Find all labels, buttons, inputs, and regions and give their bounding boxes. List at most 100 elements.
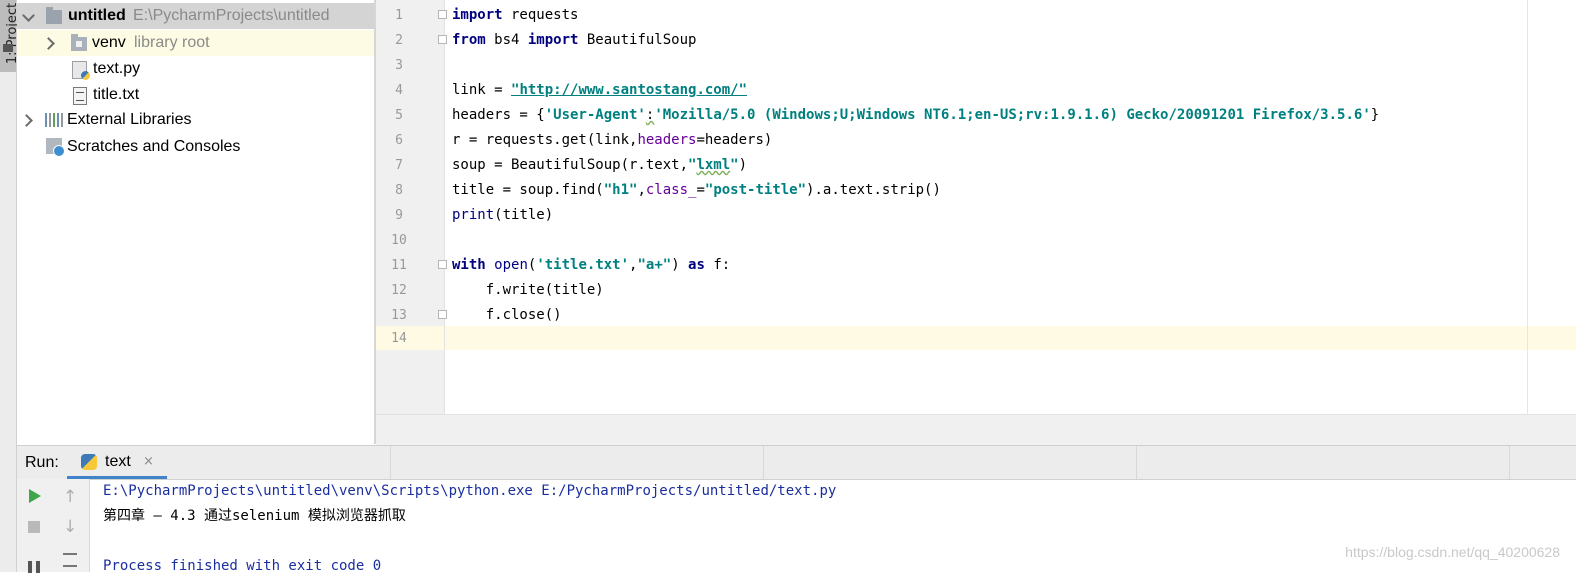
code-token: headers = { bbox=[452, 107, 545, 123]
tree-item-hint: library root bbox=[134, 34, 210, 51]
tree-item-scratches[interactable]: Scratches and Consoles bbox=[17, 134, 374, 160]
watermark: https://blog.csdn.net/qq_40200628 bbox=[1345, 544, 1560, 560]
right-margin-guide bbox=[1527, 0, 1528, 414]
line-number: 11 bbox=[391, 258, 407, 273]
code-token: 'title.txt' bbox=[536, 257, 630, 273]
code-editor[interactable]: 1 2 3 4 5 6 7 8 9 10 11 12 13 14 import … bbox=[375, 0, 1576, 445]
editor-bottom-bar bbox=[376, 414, 1576, 445]
code-token: " bbox=[730, 157, 739, 173]
code-line-11: with open('title.txt',"a+") as f: bbox=[452, 253, 730, 278]
code-token: = bbox=[696, 182, 705, 198]
line-number: 5 bbox=[395, 108, 403, 123]
python-file-icon bbox=[72, 61, 90, 80]
tree-item-title-txt[interactable]: title.txt bbox=[17, 82, 374, 108]
code-token: f.write(title) bbox=[452, 282, 604, 298]
code-line-7: soup = BeautifulSoup(r.text,"lxml") bbox=[452, 153, 747, 178]
fold-marker-icon[interactable] bbox=[438, 35, 447, 44]
code-line-5: headers = {'User-Agent':'Mozilla/5.0 (Wi… bbox=[452, 103, 1379, 128]
code-token: as bbox=[688, 257, 705, 273]
code-line-4: link = "http://www.santostang.com/" bbox=[452, 78, 747, 103]
project-tool-tab[interactable]: 1: Project bbox=[0, 0, 20, 72]
code-token: 'User-Agent' bbox=[544, 107, 646, 123]
code-token: ) bbox=[671, 257, 689, 273]
code-token: import bbox=[452, 7, 503, 23]
fold-marker-icon[interactable] bbox=[438, 10, 447, 19]
text-file-icon bbox=[73, 87, 87, 105]
python-icon bbox=[81, 454, 97, 470]
code-token: r = requests.get(link, bbox=[452, 132, 638, 148]
code-token: requests bbox=[502, 7, 579, 23]
code-token: "http://www.santostang.com/" bbox=[511, 82, 748, 98]
run-label: Run: bbox=[25, 454, 59, 471]
code-token: open bbox=[494, 257, 528, 273]
tree-item-text-py[interactable]: text.py bbox=[17, 56, 374, 82]
tree-item-label: untitled bbox=[68, 7, 126, 24]
code-token: , bbox=[637, 182, 646, 198]
code-token: ) bbox=[738, 157, 748, 173]
folder-icon bbox=[3, 44, 13, 52]
line-number: 1 bbox=[395, 8, 403, 23]
run-panel-header: Run: text × bbox=[17, 445, 1576, 480]
code-token: f: bbox=[704, 257, 731, 273]
code-line-12: f.write(title) bbox=[452, 278, 604, 303]
code-line-6: r = requests.get(link,headers=headers) bbox=[452, 128, 772, 153]
header-divider bbox=[1509, 446, 1510, 479]
line-number: 4 bbox=[395, 83, 403, 98]
code-token: =headers) bbox=[696, 132, 773, 148]
code-line-9: print(title) bbox=[452, 203, 553, 228]
project-tree: untitled E:\PycharmProjects\untitled ven… bbox=[17, 0, 375, 444]
fold-marker-icon[interactable] bbox=[438, 260, 447, 269]
line-number: 14 bbox=[391, 331, 407, 346]
code-token: "a+" bbox=[637, 257, 672, 273]
line-number: 12 bbox=[391, 283, 407, 298]
console-command-line: E:\PycharmProjects\untitled\venv\Scripts… bbox=[103, 483, 837, 499]
line-number: 13 bbox=[391, 308, 407, 323]
tree-item-label: title.txt bbox=[93, 86, 140, 103]
tree-item-path: E:\PycharmProjects\untitled bbox=[133, 7, 330, 24]
code-token: import bbox=[527, 32, 579, 48]
tree-item-label: venv bbox=[92, 34, 126, 51]
close-icon[interactable]: × bbox=[143, 454, 154, 469]
code-token: (title) bbox=[494, 207, 554, 223]
code-token: with bbox=[452, 257, 486, 273]
code-token: 'Mozilla/5.0 (Windows;U;Windows NT6.1;en… bbox=[654, 107, 1371, 123]
tree-item-label: External Libraries bbox=[67, 111, 192, 128]
code-token: from bbox=[452, 32, 486, 48]
tree-item-untitled[interactable]: untitled E:\PycharmProjects\untitled bbox=[17, 3, 374, 29]
tree-item-venv[interactable]: venv library root bbox=[17, 30, 374, 56]
soft-wrap-icon[interactable] bbox=[63, 553, 77, 567]
rerun-icon[interactable] bbox=[29, 489, 41, 503]
code-token: headers bbox=[637, 132, 697, 148]
code-token: class_ bbox=[645, 182, 697, 198]
chevron-down-icon[interactable] bbox=[22, 9, 34, 21]
chevron-right-icon[interactable] bbox=[43, 36, 55, 48]
pause-icon[interactable] bbox=[28, 561, 40, 573]
code-token: f.close() bbox=[452, 307, 562, 323]
header-divider bbox=[763, 446, 764, 479]
chevron-right-icon[interactable] bbox=[21, 113, 33, 125]
tree-item-external-libraries[interactable]: External Libraries bbox=[17, 107, 374, 133]
code-token: "h1" bbox=[603, 182, 638, 198]
folder-icon bbox=[71, 34, 87, 51]
code-token: soup = BeautifulSoup(r.text, bbox=[452, 157, 689, 173]
code-token: } bbox=[1370, 107, 1380, 123]
code-token: bs4 bbox=[485, 32, 528, 48]
arrow-up-icon[interactable]: ↑ bbox=[63, 487, 77, 507]
current-line-highlight bbox=[445, 326, 1576, 350]
code-line-2: from bs4 import BeautifulSoup bbox=[452, 28, 696, 53]
arrow-down-icon[interactable]: ↓ bbox=[63, 517, 77, 537]
console-process-line: Process finished with exit code 0 bbox=[103, 558, 382, 574]
tree-item-label: Scratches and Consoles bbox=[67, 138, 241, 155]
run-tab-text[interactable]: text × bbox=[67, 446, 167, 479]
stop-icon[interactable] bbox=[28, 521, 40, 533]
header-divider bbox=[1136, 446, 1137, 479]
tree-item-label: text.py bbox=[93, 60, 141, 77]
code-line-13: f.close() bbox=[452, 303, 562, 328]
line-number: 3 bbox=[395, 58, 403, 73]
code-token: BeautifulSoup bbox=[578, 32, 697, 48]
code-token: ).a.text.strip() bbox=[806, 182, 941, 198]
run-tab-label: text bbox=[105, 453, 131, 470]
fold-marker-icon[interactable] bbox=[438, 310, 447, 319]
line-number: 10 bbox=[391, 233, 407, 248]
